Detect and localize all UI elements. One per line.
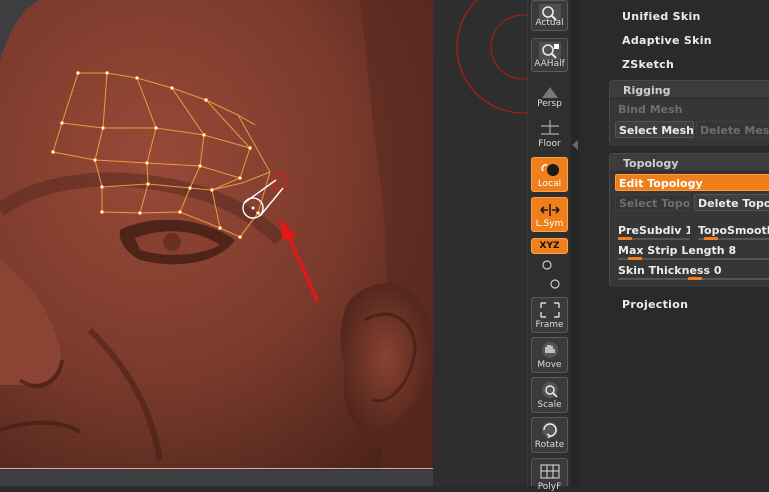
edit-topology-button[interactable]: Edit Topology [615,174,769,191]
rotate-button[interactable]: Rotate [531,417,568,453]
polyf-label: PolyF [537,482,562,492]
select-topo-button[interactable]: Select Topo [615,194,690,211]
frame-icon [539,301,561,319]
tool-subpalette: Unified Skin Adaptive Skin ZSketch Riggi… [579,0,769,486]
max-strip-length-slider[interactable]: Max Strip Length 8 [618,244,769,260]
rotate-icon [539,421,561,439]
right-shelf: Actual AAHalf Persp Floor Local L.Sym XY… [527,0,572,492]
persp-label: Persp [537,99,562,109]
aahalf-label: AAHalf [534,59,565,69]
topology-section: Topology Edit Topology Select Topo Delet… [609,153,769,287]
navigator-widget[interactable] [433,0,527,486]
floor-label: Floor [538,139,561,149]
projection-button[interactable]: Projection [622,298,688,311]
rotate-z-icon[interactable] [549,278,561,290]
rigging-header[interactable]: Rigging [623,84,670,97]
actual-label: Actual [535,18,564,28]
rotate-label: Rotate [534,440,565,450]
presubdiv-knob[interactable] [618,237,632,240]
local-label: Local [537,179,562,189]
floor-grid-icon [539,120,561,138]
frame-label: Frame [535,320,564,330]
max-strip-length-label: Max Strip Length 8 [618,244,737,257]
presubdiv-label: PreSubdiv 1 [618,224,690,237]
local-transform-icon [539,161,561,179]
max-strip-length-knob[interactable] [628,257,642,260]
delete-topo-button[interactable]: Delete Topo [694,194,769,211]
select-mesh-button[interactable]: Select Mesh [615,121,694,138]
palette-scroll-strip[interactable] [571,0,579,486]
collapse-arrow-icon[interactable] [572,140,578,150]
lsym-button[interactable]: L.Sym [531,197,568,232]
persp-button[interactable]: Persp [531,80,568,112]
sculpt-render[interactable] [0,0,433,486]
zsketch-button[interactable]: ZSketch [622,58,674,71]
rotate-y-icon[interactable] [541,259,553,271]
move-button[interactable]: Move [531,337,568,373]
viewport-divider [0,468,433,469]
bind-mesh-button[interactable]: Bind Mesh [618,103,682,116]
rigging-section: Rigging Bind Mesh Select Mesh Delete Mes… [609,80,769,146]
polyf-button[interactable]: PolyF [531,458,568,492]
frame-button[interactable]: Frame [531,297,568,333]
move-label: Move [537,360,562,370]
toposmooth-label: TopoSmooth [698,224,769,237]
move-hand-icon [539,341,561,359]
adaptive-skin-button[interactable]: Adaptive Skin [622,34,712,47]
scale-icon [539,381,561,399]
canvas-viewport[interactable] [0,0,433,486]
toposmooth-knob[interactable] [704,237,718,240]
unified-skin-button[interactable]: Unified Skin [622,10,701,23]
xyz-label: XYZ [539,241,560,251]
skin-thickness-slider[interactable]: Skin Thickness 0 [618,264,769,280]
scale-button[interactable]: Scale [531,377,568,413]
lsym-label: L.Sym [535,219,564,229]
xyz-button[interactable]: XYZ [531,238,568,254]
topology-header[interactable]: Topology [623,157,678,170]
aahalf-button[interactable]: AAHalf [531,38,568,72]
polyframe-icon [539,462,561,480]
skin-thickness-knob[interactable] [688,277,702,280]
local-symmetry-icon [539,201,561,219]
toposmooth-slider[interactable]: TopoSmooth [698,224,769,240]
local-button[interactable]: Local [531,157,568,192]
skin-thickness-label: Skin Thickness 0 [618,264,722,277]
presubdiv-slider[interactable]: PreSubdiv 1 [618,224,690,240]
actual-button[interactable]: Actual [531,0,568,31]
delete-mesh-button[interactable]: Delete Mesh [696,121,769,138]
magnifier-aahalf-icon [539,42,561,60]
scale-label: Scale [537,400,562,410]
floor-button[interactable]: Floor [531,116,568,152]
